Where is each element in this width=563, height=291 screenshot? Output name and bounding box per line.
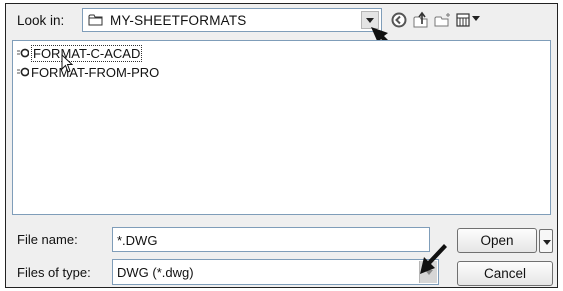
new-folder-icon[interactable] bbox=[433, 10, 453, 30]
up-folder-icon[interactable] bbox=[411, 10, 431, 30]
open-button[interactable]: Open bbox=[457, 228, 537, 253]
file-list[interactable]: FORMAT-C-ACAD FORMAT-FROM-PRO bbox=[12, 40, 551, 215]
open-button-label: Open bbox=[480, 233, 514, 248]
file-name-label: File name: bbox=[17, 232, 78, 247]
sheet-format-icon bbox=[17, 48, 29, 58]
file-name-text: FORMAT-FROM-PRO bbox=[31, 64, 160, 80]
mouse-cursor-icon bbox=[61, 54, 74, 73]
file-type-value: DWG (*.dwg) bbox=[117, 265, 194, 280]
list-item[interactable]: FORMAT-FROM-PRO bbox=[16, 64, 159, 80]
file-type-label: Files of type: bbox=[17, 265, 91, 280]
folder-icon bbox=[88, 14, 103, 26]
look-in-dropdown[interactable]: MY-SHEETFORMATS bbox=[82, 8, 382, 32]
back-icon[interactable] bbox=[389, 10, 409, 30]
list-item[interactable]: FORMAT-C-ACAD bbox=[16, 44, 143, 62]
view-menu-icon[interactable] bbox=[455, 10, 485, 30]
look-in-label: Look in: bbox=[17, 13, 65, 28]
file-name-value: *.DWG bbox=[117, 233, 158, 248]
cancel-button[interactable]: Cancel bbox=[457, 261, 553, 286]
file-name-field[interactable]: *.DWG bbox=[112, 227, 430, 252]
file-type-dropdown-arrow[interactable] bbox=[419, 261, 437, 283]
cancel-button-label: Cancel bbox=[483, 266, 527, 281]
look-in-dropdown-arrow[interactable] bbox=[361, 11, 379, 29]
open-options-arrow[interactable] bbox=[539, 229, 553, 253]
file-type-dropdown[interactable]: DWG (*.dwg) bbox=[112, 259, 439, 285]
sheet-format-icon bbox=[17, 67, 29, 77]
file-name-text: FORMAT-C-ACAD bbox=[31, 44, 143, 62]
look-in-value: MY-SHEETFORMATS bbox=[110, 13, 247, 28]
